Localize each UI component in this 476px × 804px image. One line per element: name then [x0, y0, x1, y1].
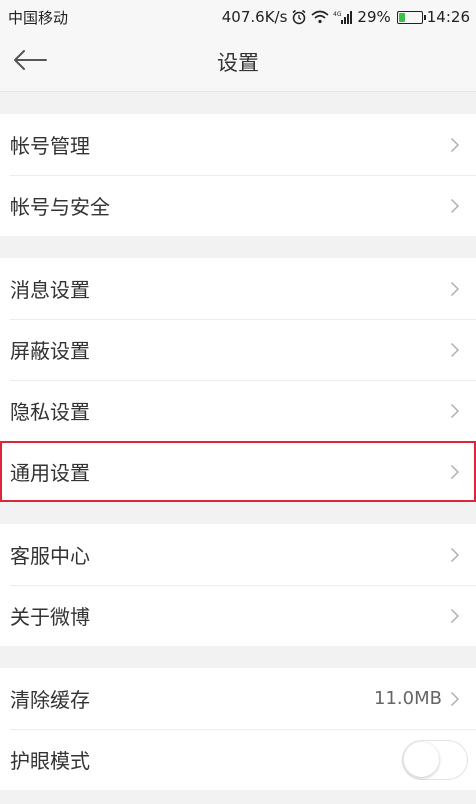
- settings-group: 客服中心 关于微博: [0, 524, 476, 646]
- settings-row-label: 帐号与安全: [10, 195, 110, 219]
- alarm-icon: [291, 9, 307, 25]
- settings-group: 清除缓存 11.0MB 护眼模式: [0, 668, 476, 790]
- settings-row-message-settings[interactable]: 消息设置: [0, 258, 476, 319]
- settings-row-right: [450, 463, 462, 481]
- settings-row-eye-care-mode[interactable]: 护眼模式: [0, 729, 476, 790]
- nav-bar: 设置: [0, 34, 476, 92]
- settings-row-customer-service[interactable]: 客服中心: [0, 524, 476, 585]
- settings-row-label: 帐号管理: [10, 134, 90, 158]
- chevron-right-icon: [450, 690, 462, 708]
- settings-row-account-management[interactable]: 帐号管理: [0, 114, 476, 175]
- settings-row-right: [450, 402, 462, 420]
- battery-icon: [396, 10, 426, 24]
- chevron-right-icon: [450, 463, 462, 481]
- chevron-right-icon: [450, 341, 462, 359]
- chevron-right-icon: [450, 136, 462, 154]
- battery-percent: 29%: [357, 8, 391, 26]
- settings-row-about-weibo[interactable]: 关于微博: [0, 585, 476, 646]
- chevron-right-icon: [450, 197, 462, 215]
- settings-row-right: 11.0MB: [374, 688, 462, 709]
- settings-row-label: 护眼模式: [10, 749, 90, 773]
- toggle-knob: [404, 741, 439, 777]
- settings-row-general-settings[interactable]: 通用设置: [0, 441, 476, 502]
- settings-row-label: 清除缓存: [10, 688, 90, 712]
- settings-row-label: 客服中心: [10, 544, 90, 568]
- settings-row-right: [450, 546, 462, 564]
- status-right: 407.6K/s 4G 29% 14:26: [222, 8, 470, 26]
- chevron-right-icon: [450, 280, 462, 298]
- status-bar: 中国移动 407.6K/s 4G 29% 14:26: [0, 0, 476, 34]
- wifi-icon: [311, 10, 329, 24]
- clock: 14:26: [426, 8, 470, 26]
- settings-row-right: [450, 197, 462, 215]
- settings-group: 消息设置屏蔽设置隐私设置通用设置: [0, 258, 476, 502]
- cache-size-value: 11.0MB: [374, 688, 442, 709]
- settings-group: 帐号管理 帐号与安全: [0, 114, 476, 236]
- chevron-right-icon: [450, 402, 462, 420]
- settings-row-block-settings[interactable]: 屏蔽设置: [0, 319, 476, 380]
- settings-row-right: [450, 607, 462, 625]
- settings-list: 帐号管理帐号与安全消息设置屏蔽设置隐私设置通用设置客服中心关于微博清除缓存 11.…: [0, 114, 476, 790]
- settings-row-label: 隐私设置: [10, 400, 90, 424]
- settings-row-right: [450, 341, 462, 359]
- page-title: 设置: [217, 51, 259, 75]
- settings-row-label: 屏蔽设置: [10, 339, 90, 363]
- chevron-right-icon: [450, 607, 462, 625]
- eye-care-toggle[interactable]: [402, 739, 468, 780]
- settings-row-privacy-settings[interactable]: 隐私设置: [0, 380, 476, 441]
- settings-row-right: [450, 280, 462, 298]
- svg-text:4G: 4G: [333, 11, 342, 18]
- signal-icon: 4G: [333, 10, 353, 25]
- settings-row-label: 通用设置: [10, 461, 90, 485]
- settings-row-account-security[interactable]: 帐号与安全: [0, 175, 476, 236]
- settings-row-clear-cache[interactable]: 清除缓存 11.0MB: [0, 668, 476, 729]
- network-speed: 407.6K/s: [221, 8, 288, 26]
- chevron-right-icon: [450, 546, 462, 564]
- battery-fill: [398, 12, 405, 22]
- settings-row-right: [402, 739, 468, 780]
- carrier-label: 中国移动: [8, 8, 69, 27]
- settings-row-label: 消息设置: [10, 278, 90, 302]
- settings-row-right: [450, 136, 462, 154]
- settings-row-label: 关于微博: [10, 605, 90, 629]
